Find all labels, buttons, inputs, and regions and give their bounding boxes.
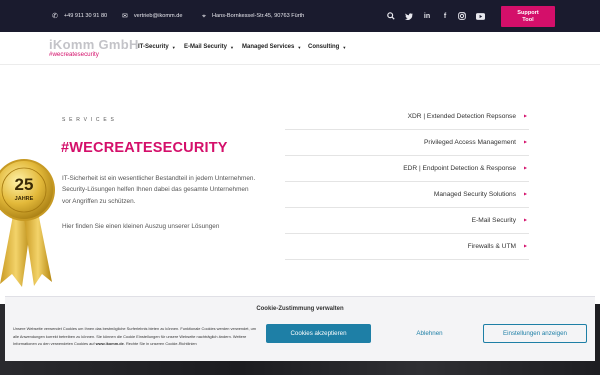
service-item-firewalls[interactable]: Firewalls & UTM ▸: [285, 234, 529, 260]
nav-item-consulting[interactable]: Consulting ▼: [308, 44, 346, 50]
location-icon: ⌖: [202, 12, 206, 20]
service-item-edr[interactable]: EDR | Endpoint Detection & Response ▸: [285, 156, 529, 182]
nav-item-it-security[interactable]: IT-Security ▼: [138, 44, 176, 50]
search-icon[interactable]: [384, 9, 398, 23]
chevron-right-icon: ▸: [523, 191, 527, 198]
accept-cookies-button[interactable]: Cookies akzeptieren: [266, 324, 371, 343]
cookie-site-link[interactable]: www.ikomm.de: [96, 341, 124, 346]
cookie-settings-button[interactable]: Einstellungen anzeigen: [483, 324, 587, 343]
cookie-description: Unsere Webseite verwendet Cookies um Ihn…: [13, 325, 257, 348]
chevron-right-icon: ▸: [523, 165, 527, 172]
badge-text: JAHRE: [14, 196, 34, 202]
deny-cookies-button[interactable]: Ablehnen: [377, 324, 482, 343]
phone-icon: ✆: [52, 12, 58, 20]
service-label: E-Mail Security: [471, 216, 516, 224]
phone-link[interactable]: ✆ +49 911 30 91 80: [52, 0, 107, 32]
section-eyebrow: SERVICES: [62, 117, 118, 123]
service-item-email-security[interactable]: E-Mail Security ▸: [285, 208, 529, 234]
chevron-down-icon: ▼: [342, 44, 347, 50]
service-label: XDR | Extended Detection Repsonse: [407, 112, 516, 120]
email-link[interactable]: ✉ vertrieb@ikomm.de: [122, 0, 182, 32]
service-label: Firewalls & UTM: [467, 242, 516, 250]
nav-item-managed-services[interactable]: Managed Services ▼: [242, 44, 301, 50]
cookie-text-part2: . Rechte Sie in unseren Cookie-Richtlini…: [123, 341, 197, 347]
anniversary-badge: 25 JAHRE: [0, 150, 74, 290]
nav-item-label: E-Mail Security: [184, 44, 228, 50]
company-logo[interactable]: iKomm GmbH: [49, 38, 139, 51]
nav-item-label: Consulting: [308, 44, 340, 50]
chevron-right-icon: ▸: [523, 217, 527, 224]
youtube-icon[interactable]: [473, 9, 487, 23]
page-headline: #WECREATESECURITY: [61, 140, 228, 156]
service-label: Privileged Access Management: [424, 138, 516, 146]
nav-item-label: IT-Security: [138, 44, 169, 50]
chevron-down-icon: ▼: [297, 44, 302, 50]
chevron-right-icon: ▸: [523, 243, 527, 250]
support-label-line1: Support: [517, 9, 539, 16]
linkedin-icon[interactable]: in: [420, 9, 434, 23]
top-bar: ✆ +49 911 30 91 80 ✉ vertrieb@ikomm.de ⌖…: [0, 0, 600, 32]
service-item-pam[interactable]: Privileged Access Management ▸: [285, 130, 529, 156]
cookie-consent-banner: Cookie-Zustimmung verwalten Unsere Webse…: [5, 296, 595, 361]
service-item-managed-security[interactable]: Managed Security Solutions ▸: [285, 182, 529, 208]
address-text: Hans-Bornkessel-Str.45, 90763 Fürth: [211, 13, 305, 19]
address-link[interactable]: ⌖ Hans-Bornkessel-Str.45, 90763 Fürth: [202, 0, 304, 32]
logo-tagline: #wecreatesecurity: [49, 51, 99, 58]
service-label: Managed Security Solutions: [433, 190, 516, 198]
chevron-right-icon: ▸: [523, 113, 527, 120]
chevron-right-icon: ▸: [523, 139, 527, 146]
service-label: EDR | Endpoint Detection & Response: [403, 164, 516, 172]
chevron-down-icon: ▼: [171, 44, 176, 50]
facebook-icon[interactable]: f: [438, 9, 452, 23]
badge-number: 25: [14, 175, 34, 194]
nav-item-label: Managed Services: [242, 44, 295, 50]
email-address: vertrieb@ikomm.de: [133, 13, 183, 19]
email-icon: ✉: [122, 12, 128, 20]
cookie-title: Cookie-Zustimmung verwalten: [256, 306, 344, 312]
support-tool-button[interactable]: Support Tool: [501, 6, 555, 27]
intro-paragraph: IT-Sicherheit ist ein wesentlicher Besta…: [62, 175, 256, 205]
support-label-line2: Tool: [522, 16, 534, 23]
chevron-down-icon: ▼: [230, 44, 234, 50]
instagram-icon[interactable]: [455, 9, 469, 23]
phone-number: +49 911 30 91 80: [63, 13, 108, 19]
service-item-xdr[interactable]: XDR | Extended Detection Repsonse ▸: [285, 104, 529, 130]
intro-paragraph-secondary: Hier finden Sie einen kleinen Auszug uns…: [62, 223, 220, 230]
nav-item-email-security[interactable]: E-Mail Security ▼: [184, 44, 234, 50]
twitter-icon[interactable]: [402, 9, 416, 23]
